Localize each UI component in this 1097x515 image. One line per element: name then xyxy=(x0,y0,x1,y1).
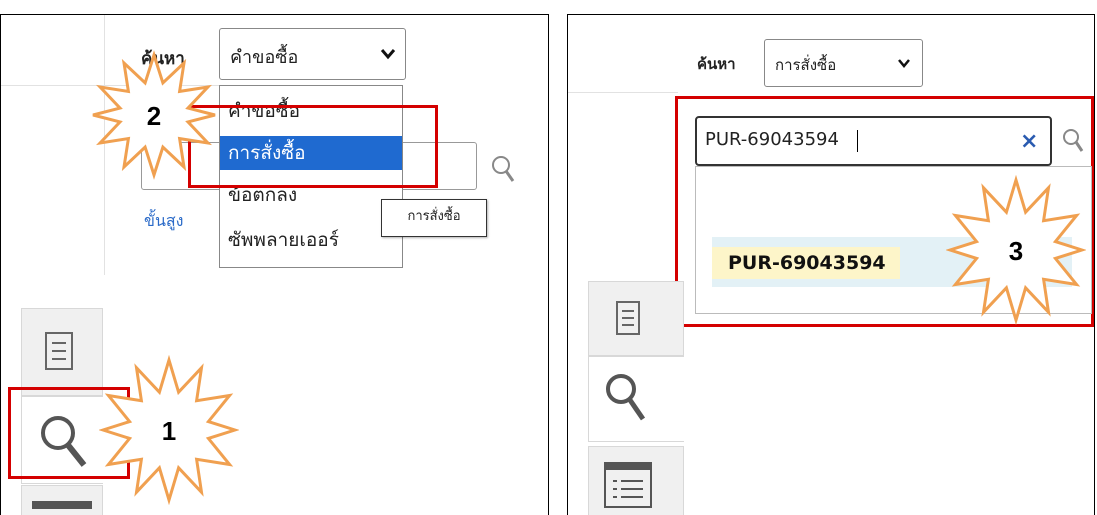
search-icon xyxy=(606,374,646,421)
chevron-down-icon xyxy=(380,49,396,60)
search-icon[interactable] xyxy=(1060,126,1088,156)
document-icon xyxy=(45,332,73,370)
search-icon[interactable] xyxy=(489,153,519,187)
left-screenshot-panel: ค้นหา คำขอซื้อ ขั้นสูง คำขอซื้อ การสั่งซ… xyxy=(0,14,549,515)
suggestion-text: PUR-69043594 xyxy=(728,252,886,274)
starburst-callout: 1 xyxy=(99,355,239,505)
highlight-box-step-2 xyxy=(188,105,438,188)
advanced-search-link[interactable]: ขั้นสูง xyxy=(144,209,183,234)
search-type-select[interactable]: คำขอซื้อ xyxy=(219,28,406,80)
starburst-callout: 2 xyxy=(92,50,216,180)
option-supplier[interactable]: ซัพพลายเออร์ xyxy=(220,223,402,257)
select-value: การสั่งซื้อ xyxy=(775,56,837,74)
tab-documents[interactable] xyxy=(21,308,103,396)
right-screenshot-panel: ค้นหา การสั่งซื้อ PUR-69043594 × PUR-690… xyxy=(567,14,1095,515)
search-label: ค้นหา xyxy=(697,55,736,73)
chevron-down-icon xyxy=(898,59,910,68)
tab-documents[interactable] xyxy=(588,281,684,356)
step-number: 3 xyxy=(1009,236,1023,266)
search-type-select[interactable]: การสั่งซื้อ xyxy=(764,39,923,87)
tab-list[interactable] xyxy=(21,485,103,515)
tab-list[interactable] xyxy=(588,446,684,515)
step-number: 1 xyxy=(162,416,176,446)
text-caret xyxy=(857,130,858,152)
list-icon xyxy=(32,501,92,509)
select-value: คำขอซื้อ xyxy=(230,47,299,68)
keyword-input-value: PUR-69043594 xyxy=(705,129,839,150)
tooltip: การสั่งซื้อ xyxy=(381,199,487,237)
tab-search[interactable] xyxy=(588,356,684,442)
step-number: 2 xyxy=(147,101,161,131)
divider xyxy=(568,92,678,93)
clear-icon[interactable]: × xyxy=(1020,131,1038,153)
keyword-input[interactable]: PUR-69043594 × xyxy=(695,116,1052,166)
list-icon xyxy=(604,462,652,508)
starburst-callout: 3 xyxy=(946,175,1086,325)
document-icon xyxy=(616,301,640,335)
